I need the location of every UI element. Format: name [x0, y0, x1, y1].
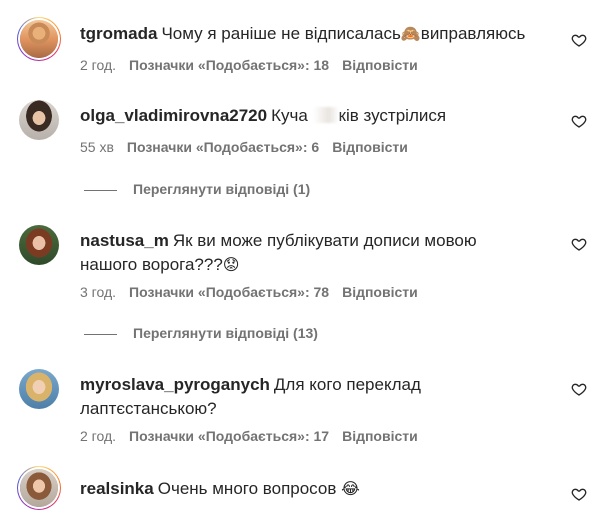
avatar-story-ring[interactable] [17, 17, 61, 61]
comment-body: Очень много вопросов [157, 479, 337, 498]
comment-body: Як ви може публікувати дописи мовою [172, 231, 477, 250]
comment-meta: 3 год. Позначки «Подобається»: 78 Відповіс… [80, 284, 431, 300]
view-replies-label: Переглянути відповіді (1) [133, 181, 311, 197]
avatar-wrap[interactable] [19, 369, 59, 409]
heart-outline-icon[interactable] [571, 381, 587, 397]
comment-body-line2: лаптєстанською? [80, 399, 217, 418]
reply-button[interactable]: Відповісти [342, 428, 418, 444]
avatar [20, 20, 58, 58]
comment-username[interactable]: myroslava_pyroganych [80, 375, 270, 394]
avatar [20, 469, 58, 507]
comment-body: Для кого переклад [273, 375, 421, 394]
avatar [19, 100, 59, 140]
view-replies-button[interactable]: Переглянути відповіді (13) [84, 325, 384, 341]
likes-count[interactable]: Позначки «Подобається»: 78 [129, 284, 329, 300]
view-replies-button[interactable]: Переглянути відповіді (1) [84, 181, 384, 197]
avatar-story-ring[interactable] [17, 466, 61, 510]
reply-button[interactable]: Відповісти [342, 57, 418, 73]
reply-button[interactable]: Відповісти [342, 284, 418, 300]
comment-meta: 2 год. Позначки «Подобається»: 17 Відповіс… [80, 428, 431, 444]
view-replies-label: Переглянути відповіді (13) [133, 325, 318, 341]
avatar [19, 369, 59, 409]
comment-meta: 55 хв Позначки «Подобається»: 6 Відповісти [80, 139, 421, 155]
comment-body-line2: нашого ворога??? [80, 255, 223, 274]
avatar [19, 225, 59, 265]
comment-text: tgromada Чому я раніше не відписалась🙈вип… [80, 22, 560, 46]
comment-time: 2 год. [80, 428, 117, 444]
heart-outline-icon[interactable] [571, 486, 587, 502]
comment-text: olga_vladimirovna2720 Куча ків зустрілися [80, 104, 560, 128]
blurred-word [312, 107, 339, 123]
likes-count[interactable]: Позначки «Подобається»: 6 [127, 139, 319, 155]
comment-body: Куча [271, 106, 308, 125]
comment-username[interactable]: realsinka [80, 479, 154, 498]
comment-meta: 2 год. Позначки «Подобається»: 18 Відповіс… [80, 57, 431, 73]
comment-body-end: виправляюсь [420, 24, 526, 43]
likes-count[interactable]: Позначки «Подобається»: 18 [129, 57, 329, 73]
emoji: 😂 [341, 479, 360, 498]
divider-line [84, 333, 117, 335]
reply-button[interactable]: Відповісти [332, 139, 408, 155]
divider-line [84, 189, 117, 191]
comment-time: 55 хв [80, 139, 114, 155]
comment-username[interactable]: nastusa_m [80, 231, 169, 250]
comment-body-end: ків зустрілися [338, 106, 447, 125]
comment-text: realsinka Очень много вопросов 😂 [80, 477, 560, 501]
avatar-wrap[interactable] [19, 100, 59, 140]
emoji: 😟 [222, 255, 240, 274]
comment-username[interactable]: olga_vladimirovna2720 [80, 106, 267, 125]
comment-username[interactable]: tgromada [80, 24, 157, 43]
comment-body: Чому я раніше не відписалась [161, 24, 401, 43]
heart-outline-icon[interactable] [571, 236, 587, 252]
heart-outline-icon[interactable] [571, 32, 587, 48]
comment-text: nastusa_m Як ви може публікувати дописи м… [80, 229, 560, 277]
comment-time: 3 год. [80, 284, 117, 300]
likes-count[interactable]: Позначки «Подобається»: 17 [129, 428, 329, 444]
heart-outline-icon[interactable] [571, 113, 587, 129]
avatar-wrap[interactable] [19, 225, 59, 265]
emoji: 🙈 [400, 24, 421, 43]
comment-time: 2 год. [80, 57, 117, 73]
comment-text: myroslava_pyroganych Для кого переклад лап… [80, 373, 560, 421]
